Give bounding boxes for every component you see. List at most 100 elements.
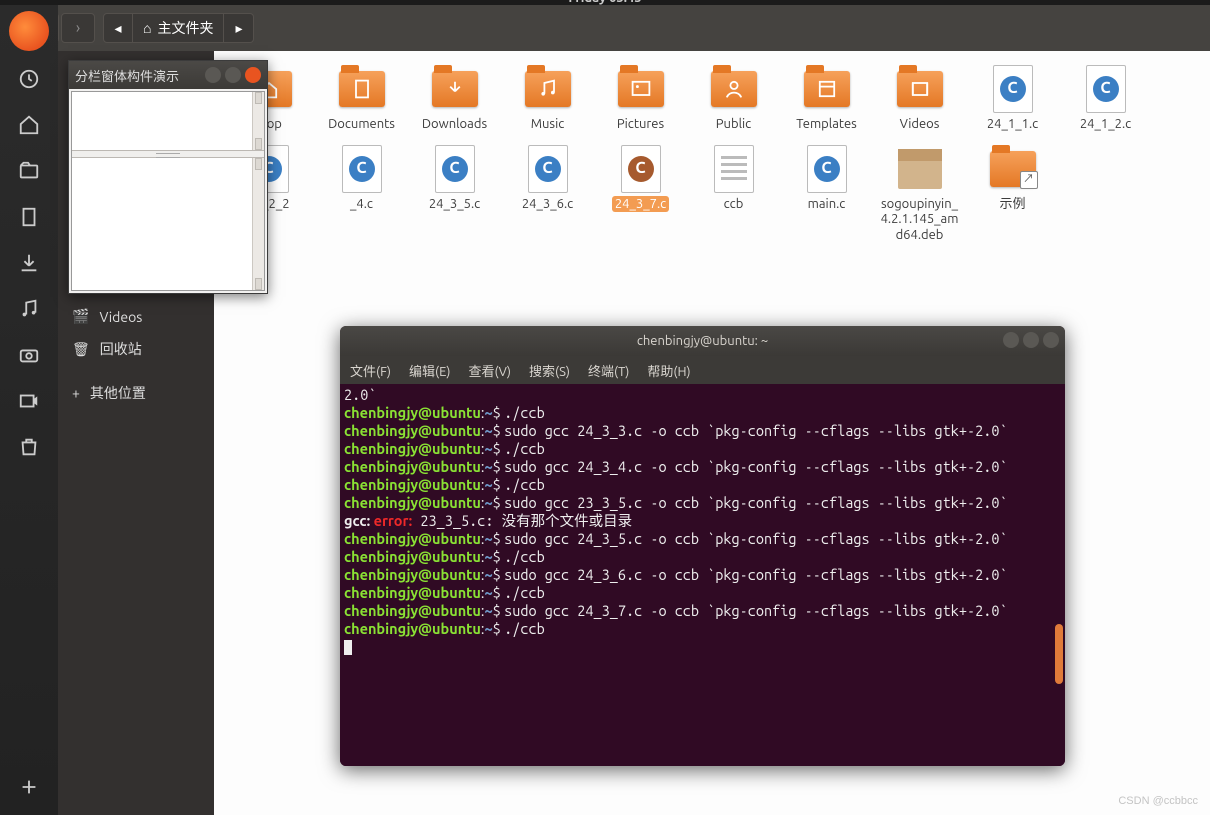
file-icon <box>895 145 945 193</box>
file-icon: C <box>1081 65 1131 113</box>
file-label: Documents <box>328 117 395 131</box>
file-icon <box>523 65 573 113</box>
path-bar: ◂ ⌂ 主文件夹 ▸ <box>103 13 254 43</box>
gtk-title-label: 分栏窗体构件演示 <box>75 66 179 85</box>
path-up-button[interactable]: ◂ <box>103 13 133 43</box>
terminal-maximize-button[interactable] <box>1023 332 1039 348</box>
terminal-body[interactable]: 2.0` chenbingjy@ubuntu:~$ ./ccb chenbing… <box>340 384 1065 766</box>
sidebar-item-trash[interactable]: 🗑 回收站 <box>58 332 214 366</box>
file-label: Templates <box>796 117 857 131</box>
file-icon <box>709 65 759 113</box>
file-icon: C <box>430 145 480 193</box>
trash-icon: 🗑 <box>72 341 90 358</box>
file-label: ccb <box>724 197 744 211</box>
terminal-menu-item[interactable]: 编辑(E) <box>409 361 450 380</box>
file-item[interactable]: C 24_3_7.c <box>598 145 683 244</box>
terminal-window[interactable]: chenbingjy@ubuntu: ~ 文件(F) 编辑(E) 查看(V) 搜索(S… <box>340 326 1065 766</box>
music-icon[interactable] <box>11 291 47 327</box>
sidebar-label: 回收站 <box>100 339 142 359</box>
plus-icon: + <box>72 385 80 401</box>
file-item[interactable]: Cmain.c <box>784 145 869 244</box>
path-next-button[interactable]: ▸ <box>224 13 254 43</box>
terminal-menu-item[interactable]: 文件(F) <box>350 361 391 380</box>
home-icon: ⌂ <box>143 20 151 36</box>
file-icon <box>802 65 852 113</box>
file-icon: C <box>337 145 387 193</box>
video-icon[interactable] <box>11 383 47 419</box>
file-item[interactable]: Videos <box>877 65 962 133</box>
minimize-button[interactable] <box>205 67 221 83</box>
file-label: main.c <box>808 197 846 211</box>
file-item[interactable]: C 24_3_5.c <box>412 145 497 244</box>
file-label: 24_3_7.c <box>612 196 669 212</box>
file-item[interactable]: Public <box>691 65 776 133</box>
file-label: _4.c <box>350 197 373 211</box>
terminal-menubar[interactable]: 文件(F) 编辑(E) 查看(V) 搜索(S) 终端(T) 帮助(H) <box>340 356 1065 384</box>
file-label: 24_1_2.c <box>1080 117 1131 131</box>
file-item[interactable]: C _4.c <box>319 145 404 244</box>
sidebar-item-videos[interactable]: 🎬 Videos <box>58 301 214 332</box>
file-icon <box>895 65 945 113</box>
file-item[interactable]: Templates <box>784 65 869 133</box>
ubuntu-logo-icon[interactable] <box>9 11 49 51</box>
file-icon: C <box>616 145 666 193</box>
terminal-titlebar[interactable]: chenbingjy@ubuntu: ~ <box>340 326 1065 356</box>
file-icon <box>430 65 480 113</box>
file-label: 24_3_5.c <box>429 197 480 211</box>
file-icon <box>988 145 1038 193</box>
add-app-icon[interactable] <box>11 769 47 805</box>
close-button[interactable] <box>245 67 261 83</box>
file-label: Public <box>716 117 751 131</box>
path-segment-home[interactable]: ⌂ 主文件夹 <box>133 13 224 43</box>
file-icon: C <box>802 145 852 193</box>
terminal-close-button[interactable] <box>1043 332 1059 348</box>
paned-splitter[interactable] <box>72 150 264 158</box>
terminal-scroll-thumb[interactable] <box>1055 624 1063 684</box>
file-manager-headerbar: ‹ › ◂ ⌂ 主文件夹 ▸ <box>13 5 1210 51</box>
sidebar-item-other[interactable]: + 其他位置 <box>58 376 214 410</box>
nav-forward-button[interactable]: › <box>61 13 95 43</box>
file-item[interactable]: 示例 <box>970 145 1055 244</box>
file-label: Videos <box>900 117 940 131</box>
gtk-titlebar[interactable]: 分栏窗体构件演示 <box>69 61 267 89</box>
sidebar-label: 其他位置 <box>90 383 146 403</box>
file-item[interactable]: Documents <box>319 65 404 133</box>
file-label: 24_1_1.c <box>987 117 1038 131</box>
trash-icon[interactable] <box>11 429 47 465</box>
maximize-button[interactable] <box>225 67 241 83</box>
file-label: Downloads <box>422 117 487 131</box>
scrollbar-bottom[interactable] <box>252 158 264 290</box>
scrollbar-top[interactable] <box>252 92 264 150</box>
terminal-menu-item[interactable]: 查看(V) <box>469 361 511 380</box>
document-icon[interactable] <box>11 199 47 235</box>
sidebar-label: Videos <box>99 309 142 325</box>
file-icon <box>337 65 387 113</box>
file-item[interactable]: sogoupinyin_4.2.1.145_amd64.deb <box>877 145 962 244</box>
file-item[interactable]: C24_1_1.c <box>970 65 1055 133</box>
camera-icon[interactable] <box>11 337 47 373</box>
gtk-paned-body <box>71 91 265 291</box>
terminal-minimize-button[interactable] <box>1003 332 1019 348</box>
clock-icon[interactable] <box>11 61 47 97</box>
file-item[interactable]: Pictures <box>598 65 683 133</box>
terminal-menu-item[interactable]: 搜索(S) <box>529 361 570 380</box>
files-icon[interactable] <box>11 153 47 189</box>
file-label: 示例 <box>999 197 1025 211</box>
download-icon[interactable] <box>11 245 47 281</box>
file-item[interactable]: Music <box>505 65 590 133</box>
file-item[interactable]: C 24_1_2.c <box>1063 65 1148 133</box>
file-label: Music <box>531 117 565 131</box>
terminal-title-label: chenbingjy@ubuntu: ~ <box>637 334 768 348</box>
terminal-scrollbar[interactable] <box>1055 386 1063 686</box>
home-icon[interactable] <box>11 107 47 143</box>
file-item[interactable]: C24_3_6.c <box>505 145 590 244</box>
launcher-dock <box>0 5 58 815</box>
gtk-demo-window[interactable]: 分栏窗体构件演示 <box>68 60 268 294</box>
terminal-menu-item[interactable]: 帮助(H) <box>647 361 690 380</box>
file-item[interactable]: ccb <box>691 145 776 244</box>
terminal-menu-item[interactable]: 终端(T) <box>588 361 629 380</box>
file-icon <box>616 65 666 113</box>
file-label: 24_3_6.c <box>522 197 573 211</box>
file-item[interactable]: Downloads <box>412 65 497 133</box>
file-icon <box>709 145 759 193</box>
